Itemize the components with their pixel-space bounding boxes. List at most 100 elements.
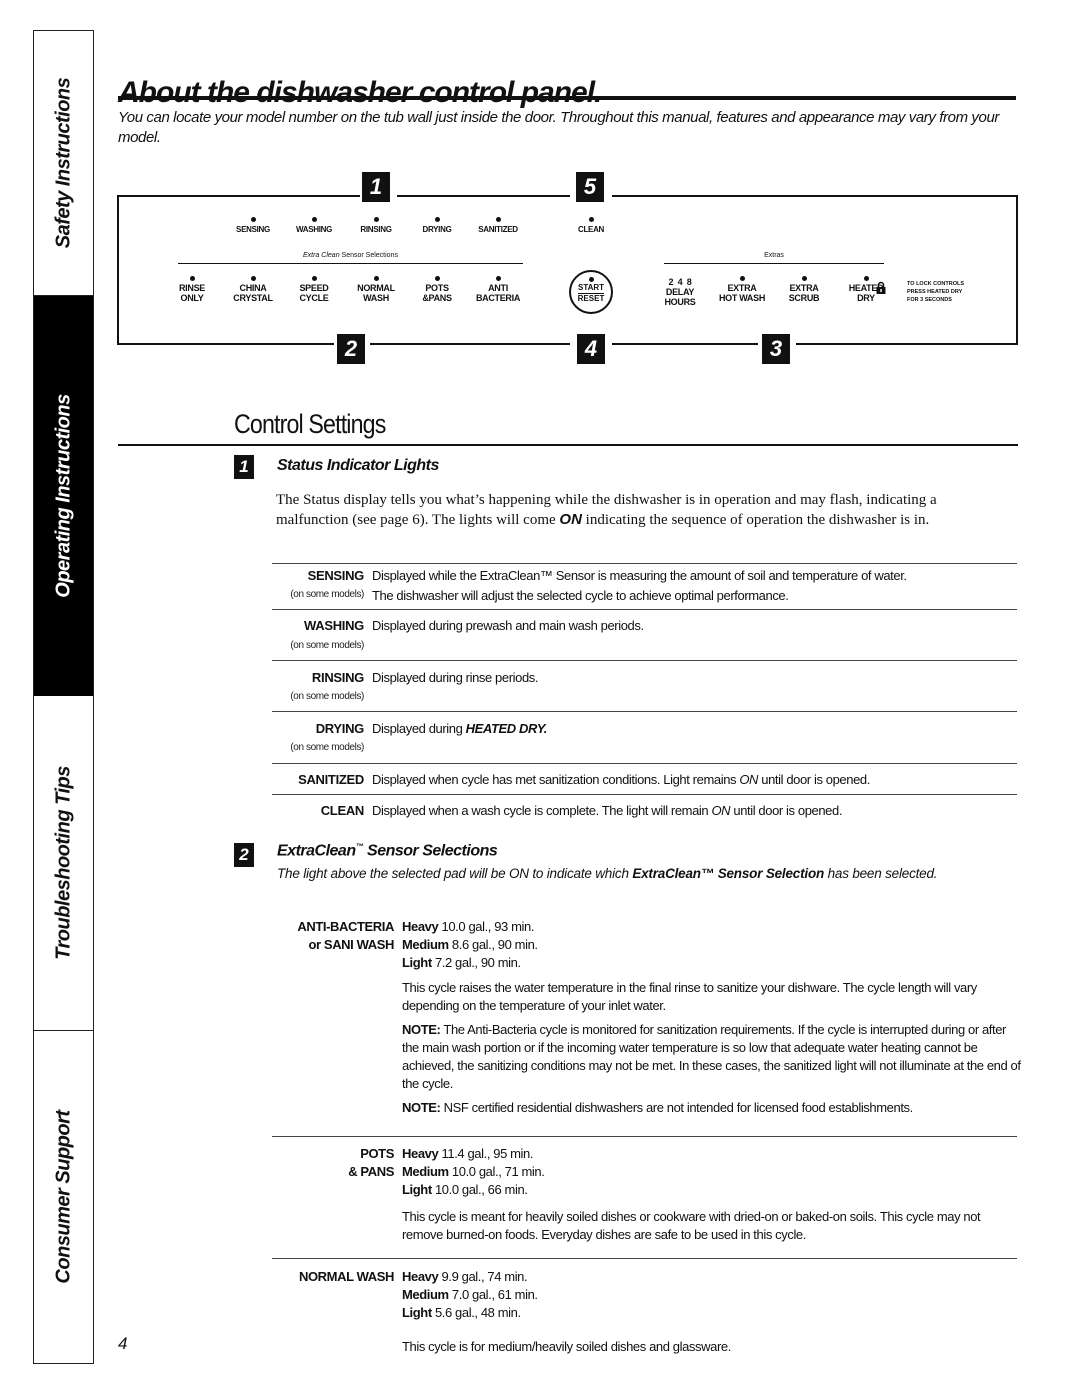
row-divider — [272, 1136, 1017, 1137]
pad-label: CHINA — [239, 283, 267, 293]
level-label: Light — [402, 955, 432, 970]
note-label: NOTE: — [402, 1100, 441, 1115]
pad-heated-dry[interactable]: HEATED DRY — [826, 276, 906, 303]
spec-heavy: Heavy 11.4 gal., 95 min. — [402, 1145, 1022, 1163]
desc-text: until door is opened. — [730, 803, 843, 818]
note-label: NOTE: — [402, 1022, 441, 1037]
spec-heavy: Heavy 9.9 gal., 74 min. — [402, 1268, 1022, 1286]
on-some-models-note: (on some models) — [290, 589, 364, 600]
section-number-1: 1 — [234, 455, 254, 479]
control-settings-divider — [118, 444, 1018, 446]
callout-2: 2 — [337, 334, 365, 364]
level-label: Light — [402, 1182, 432, 1197]
desc-text: has been selected. — [824, 866, 938, 881]
indicator-dot — [373, 217, 379, 222]
row-divider — [272, 609, 1017, 610]
desc-text: Displayed during — [372, 721, 466, 736]
desc-text: Displayed when a wash cycle is complete.… — [372, 803, 712, 818]
level-label: Heavy — [402, 919, 439, 934]
level-label: Heavy — [402, 1269, 439, 1284]
start-reset-button[interactable]: START RESET — [569, 270, 613, 314]
pad-label: HOURS — [664, 297, 696, 307]
indicator-dot — [250, 276, 256, 281]
cycle-specs-pots-pans: Heavy 11.4 gal., 95 min. Medium 10.0 gal… — [402, 1145, 1022, 1244]
level-label: Light — [402, 1305, 432, 1320]
indicator-dot — [311, 276, 317, 281]
pad-label: WASH — [363, 293, 389, 303]
callout-4: 4 — [577, 334, 605, 364]
tab-label: Safety Instructions — [52, 77, 74, 249]
spec-medium: Medium 10.0 gal., 71 min. — [402, 1163, 1022, 1181]
note-sanitization: NOTE: The Anti-Bacteria cycle is monitor… — [402, 1021, 1022, 1093]
heading-text: Sensor Selections — [363, 842, 498, 860]
sensor-label-italic: Extra Clean — [303, 252, 340, 259]
note-text: NSF certified residential dishwashers ar… — [440, 1100, 914, 1115]
heading-text: ExtraClean — [277, 842, 356, 860]
term-line: or SANI WASH — [308, 937, 395, 952]
status-term-sensing: SENSING — [307, 568, 365, 583]
page-number: 4 — [118, 1334, 128, 1353]
status-desc-clean: Displayed when a wash cycle is complete.… — [372, 802, 842, 820]
indicator-dot — [373, 276, 379, 281]
pad-label: NORMAL — [357, 283, 395, 293]
status-light-label: DRYING — [422, 225, 452, 234]
status-light-label: CLEAN — [577, 225, 605, 234]
row-divider — [272, 660, 1017, 661]
lock-text-line: FOR 3 SECONDS — [907, 297, 952, 303]
indicator-dot — [863, 276, 869, 281]
status-light-sanitized: SANITIZED — [458, 217, 538, 234]
spec-light: Light 10.0 gal., 66 min. — [402, 1181, 1022, 1199]
cycle-term-anti-bacteria: ANTI-BACTERIA or SANI WASH — [297, 918, 394, 954]
panel-border — [612, 343, 758, 345]
cycle-description: This cycle is meant for heavily soiled d… — [402, 1209, 981, 1242]
section-number-2: 2 — [234, 843, 254, 867]
lock-text-line: PRESS HEATED DRY — [907, 289, 963, 295]
lock-icon — [876, 281, 886, 294]
level-spec: 5.6 gal., 48 min. — [431, 1305, 521, 1320]
indicator-dot — [311, 217, 317, 222]
on-emphasis: ON — [711, 803, 731, 818]
status-desc-sanitized: Displayed when cycle has met sanitizatio… — [372, 771, 870, 789]
delay-hours-values: 2 4 8 — [668, 277, 692, 287]
pad-label: POTS — [425, 283, 449, 293]
level-spec: 7.2 gal., 90 min. — [431, 955, 521, 970]
panel-border — [1016, 195, 1018, 345]
note-nsf: NOTE: NSF certified residential dishwash… — [402, 1099, 1022, 1117]
level-spec: 7.0 gal., 61 min. — [448, 1287, 538, 1302]
cycle-specs-anti-bacteria: Heavy 10.0 gal., 93 min. Medium 8.6 gal.… — [402, 918, 1022, 1117]
on-emphasis: ON — [739, 772, 759, 787]
body-text: indicating the sequence of operation the… — [581, 512, 930, 528]
status-desc-washing: Displayed during prewash and main wash p… — [372, 618, 644, 633]
pad-label: SCRUB — [788, 293, 820, 303]
pad-anti-bacteria[interactable]: ANTI BACTERIA — [458, 276, 538, 303]
panel-border — [397, 195, 570, 197]
term-line: & PANS — [348, 1164, 394, 1179]
term-line: POTS — [360, 1146, 394, 1161]
tab-consumer-support[interactable]: Consumer Support — [34, 1031, 93, 1363]
level-spec: 9.9 gal., 74 min. — [438, 1269, 528, 1284]
pad-label: DELAY — [665, 287, 695, 297]
section-heading-status: Status Indicator Lights — [277, 457, 439, 474]
panel-border — [118, 195, 360, 197]
level-spec: 10.0 gal., 71 min. — [448, 1164, 545, 1179]
tab-operating-instructions[interactable]: Operating Instructions — [34, 296, 93, 696]
status-light-label: RINSING — [360, 225, 392, 234]
tab-safety-instructions[interactable]: Safety Instructions — [34, 31, 93, 296]
level-label: Heavy — [402, 1146, 439, 1161]
callout-3: 3 — [762, 334, 790, 364]
status-light-label: SENSING — [236, 225, 270, 234]
spec-heavy: Heavy 10.0 gal., 93 min. — [402, 918, 1022, 936]
pad-label: &PANS — [422, 293, 452, 303]
pad-label: EXTRA — [727, 283, 757, 293]
tab-troubleshooting-tips[interactable]: Troubleshooting Tips — [34, 696, 93, 1031]
indicator-dot — [250, 217, 256, 222]
desc-text: until door is opened. — [758, 772, 870, 787]
tab-label: Troubleshooting Tips — [52, 766, 74, 960]
indicator-dot — [739, 276, 745, 281]
tab-label: Operating Instructions — [52, 394, 74, 598]
indicator-dot — [189, 276, 195, 281]
level-label: Medium — [402, 1287, 449, 1302]
status-light-clean: CLEAN — [551, 217, 631, 234]
page-title: About the dishwasher control panel. — [118, 76, 602, 109]
indicator-dot — [434, 276, 440, 281]
